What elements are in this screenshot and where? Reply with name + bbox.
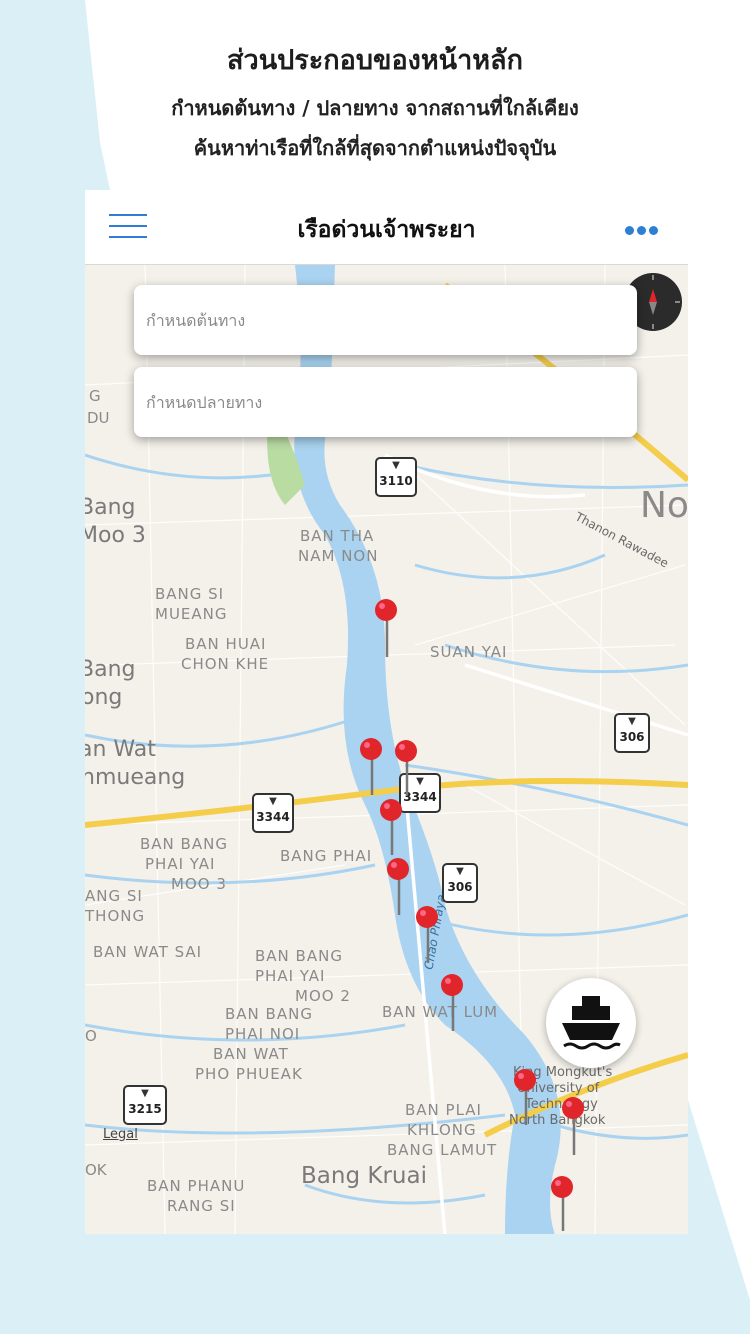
map-pin-icon[interactable] (514, 1069, 536, 1125)
app-title: เรือด่วนเจ้าพระยา (297, 217, 476, 243)
boat-icon (562, 996, 621, 1050)
map-pin-icon[interactable] (416, 906, 438, 963)
map-pin-icon[interactable] (360, 738, 382, 795)
legal-link[interactable]: Legal (103, 1127, 138, 1142)
nearest-pier-button[interactable] (546, 978, 636, 1068)
description-line-1: กำหนดต้นทาง / ปลายทาง จากสถานที่ใกล้เคีย… (171, 96, 579, 120)
destination-search-input[interactable] (134, 367, 637, 437)
description-line-2: ค้นหาท่าเรือที่ใกล้ที่สุดจากตำแหน่งปัจจุ… (193, 136, 557, 160)
ellipsis-icon[interactable] (625, 220, 665, 235)
map-pin-icon[interactable] (562, 1097, 584, 1155)
map-pin-icon[interactable] (375, 599, 397, 657)
map-pin-icon[interactable] (387, 858, 409, 915)
map-pin-icon[interactable] (380, 799, 402, 855)
map-pin-icon[interactable] (395, 740, 417, 795)
page-title: ส่วนประกอบของหน้าหลัก (227, 45, 523, 76)
origin-search-input[interactable] (134, 285, 637, 355)
navigation-bar: เรือด่วนเจ้าพระยา (85, 190, 688, 265)
map-pin-icon[interactable] (441, 974, 463, 1031)
map-pin-icon[interactable] (551, 1176, 573, 1231)
map-view[interactable]: Chao Phraya Thanon Rawadee BAN THA NAM N… (85, 265, 688, 1234)
app-screen: เรือด่วนเจ้าพระยา Chao Phraya Thanon Raw… (85, 190, 688, 1234)
